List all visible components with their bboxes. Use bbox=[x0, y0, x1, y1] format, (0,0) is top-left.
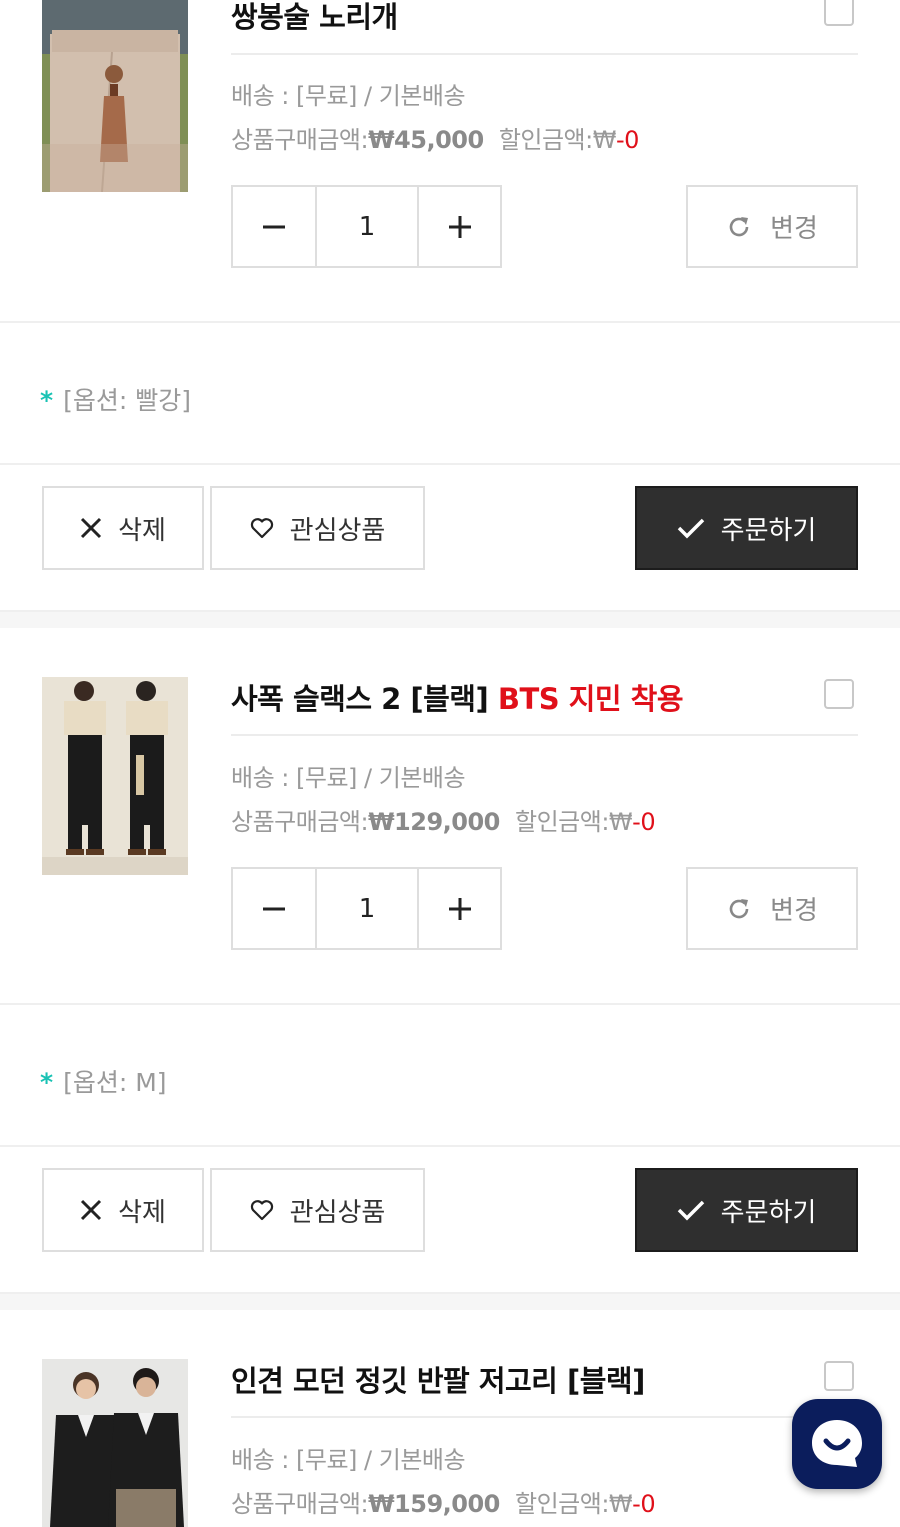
check-icon bbox=[677, 518, 704, 539]
price-value: ₩129,000 bbox=[368, 808, 500, 836]
option-info: * [옵션: M] bbox=[40, 1063, 167, 1099]
select-checkbox[interactable] bbox=[824, 0, 854, 26]
product-thumbnail-jeogori[interactable] bbox=[42, 1359, 188, 1527]
option-text: [옵션: M] bbox=[63, 1068, 167, 1097]
delete-label: 삭제 bbox=[118, 1197, 166, 1228]
item-divider bbox=[0, 463, 900, 465]
shipping-info: 배송 : [무료] / 기본배송 bbox=[231, 764, 466, 792]
option-marker: * bbox=[40, 1068, 54, 1097]
select-checkbox[interactable] bbox=[824, 679, 854, 709]
decrease-quantity-button[interactable] bbox=[233, 869, 317, 948]
check-icon bbox=[677, 1200, 704, 1221]
wishlist-button[interactable]: 관심상품 bbox=[210, 1168, 425, 1252]
close-icon bbox=[81, 517, 102, 539]
order-label: 주문하기 bbox=[720, 515, 817, 546]
product-title-text: 쌍봉술 노리개 bbox=[231, 0, 398, 34]
order-label: 주문하기 bbox=[720, 1197, 817, 1228]
plus-icon bbox=[448, 897, 471, 920]
shipping-info: 배송 : [무료] / 기본배송 bbox=[231, 1446, 466, 1474]
change-quantity-button[interactable]: 변경 bbox=[686, 185, 858, 268]
delete-button[interactable]: 삭제 bbox=[42, 486, 204, 570]
product-title-text: 인견 모던 정깃 반팔 저고리 [블랙] bbox=[231, 1364, 645, 1398]
price-info: 상품구매금액:₩129,000 할인금액:₩-0 bbox=[231, 802, 656, 837]
discount-currency: ₩ bbox=[608, 1490, 633, 1518]
price-info: 상품구매금액:₩159,000 할인금액:₩-0 bbox=[231, 1484, 656, 1519]
discount-label: 할인금액: bbox=[515, 808, 609, 836]
title-divider bbox=[231, 734, 858, 736]
title-divider bbox=[231, 53, 858, 55]
option-text: [옵션: 빨강] bbox=[63, 386, 191, 415]
cart-item-2: 사폭 슬랙스 2 [블랙] BTS 지민 착용 배송 : [무료] / 기본배송… bbox=[0, 630, 900, 1310]
heart-icon bbox=[250, 518, 273, 539]
product-thumbnail-slacks[interactable] bbox=[42, 677, 188, 875]
discount-value: -0 bbox=[632, 1490, 656, 1518]
discount-value: -0 bbox=[615, 126, 639, 154]
plus-icon bbox=[448, 215, 471, 238]
option-marker: * bbox=[40, 386, 54, 415]
quantity-stepper: 1 bbox=[231, 867, 502, 950]
select-checkbox[interactable] bbox=[824, 1361, 854, 1391]
product-thumbnail-norigae[interactable] bbox=[42, 0, 188, 192]
item-divider bbox=[0, 1145, 900, 1147]
item-divider bbox=[0, 321, 900, 323]
discount-value: -0 bbox=[632, 808, 656, 836]
product-image bbox=[42, 0, 188, 192]
minus-icon bbox=[263, 907, 285, 910]
discount-currency: ₩ bbox=[592, 126, 617, 154]
cart-item-3: 인견 모던 정깃 반팔 저고리 [블랙] 배송 : [무료] / 기본배송 상품… bbox=[0, 1312, 900, 1527]
discount-label: 할인금액: bbox=[515, 1490, 609, 1518]
product-title-text: 사폭 슬랙스 2 [블랙] bbox=[231, 682, 489, 716]
item-separator bbox=[0, 1292, 900, 1310]
delete-label: 삭제 bbox=[118, 515, 166, 546]
product-image bbox=[42, 1359, 188, 1527]
price-info: 상품구매금액:₩45,000 할인금액:₩-0 bbox=[231, 120, 639, 155]
price-value: ₩159,000 bbox=[368, 1490, 500, 1518]
shipping-info: 배송 : [무료] / 기본배송 bbox=[231, 82, 466, 110]
wishlist-label: 관심상품 bbox=[289, 1197, 386, 1228]
chat-icon bbox=[812, 1420, 862, 1467]
change-label: 변경 bbox=[770, 214, 818, 244]
increase-quantity-button[interactable] bbox=[419, 187, 500, 266]
chat-button[interactable] bbox=[792, 1399, 882, 1489]
item-separator bbox=[0, 610, 900, 628]
refresh-icon bbox=[729, 216, 749, 236]
price-value: ₩45,000 bbox=[368, 126, 484, 154]
price-label: 상품구매금액: bbox=[231, 808, 369, 836]
discount-label: 할인금액: bbox=[498, 126, 593, 154]
product-image bbox=[42, 677, 188, 875]
decrease-quantity-button[interactable] bbox=[233, 187, 317, 266]
quantity-stepper: 1 bbox=[231, 185, 502, 268]
product-title[interactable]: 사폭 슬랙스 2 [블랙] BTS 지민 착용 bbox=[231, 676, 684, 718]
wishlist-label: 관심상품 bbox=[289, 515, 386, 546]
title-divider bbox=[231, 1416, 858, 1418]
close-icon bbox=[81, 1199, 102, 1221]
item-divider bbox=[0, 1003, 900, 1005]
cart-item-1: 쌍봉술 노리개 배송 : [무료] / 기본배송 상품구매금액:₩45,000 … bbox=[0, 0, 900, 628]
delete-button[interactable]: 삭제 bbox=[42, 1168, 204, 1252]
quantity-value[interactable]: 1 bbox=[317, 187, 419, 266]
wishlist-button[interactable]: 관심상품 bbox=[210, 486, 425, 570]
change-label: 변경 bbox=[770, 896, 818, 926]
discount-currency: ₩ bbox=[608, 808, 633, 836]
option-info: * [옵션: 빨강] bbox=[40, 381, 191, 417]
heart-icon bbox=[250, 1200, 273, 1221]
change-quantity-button[interactable]: 변경 bbox=[686, 867, 858, 950]
product-title[interactable]: 쌍봉술 노리개 bbox=[231, 0, 398, 36]
increase-quantity-button[interactable] bbox=[419, 869, 500, 948]
minus-icon bbox=[263, 225, 285, 228]
price-label: 상품구매금액: bbox=[231, 126, 369, 154]
order-button[interactable]: 주문하기 bbox=[635, 486, 858, 570]
quantity-value[interactable]: 1 bbox=[317, 869, 419, 948]
product-title-highlight: BTS 지민 착용 bbox=[497, 682, 684, 716]
order-button[interactable]: 주문하기 bbox=[635, 1168, 858, 1252]
price-label: 상품구매금액: bbox=[231, 1490, 369, 1518]
product-title[interactable]: 인견 모던 정깃 반팔 저고리 [블랙] bbox=[231, 1358, 645, 1400]
refresh-icon bbox=[729, 898, 749, 918]
